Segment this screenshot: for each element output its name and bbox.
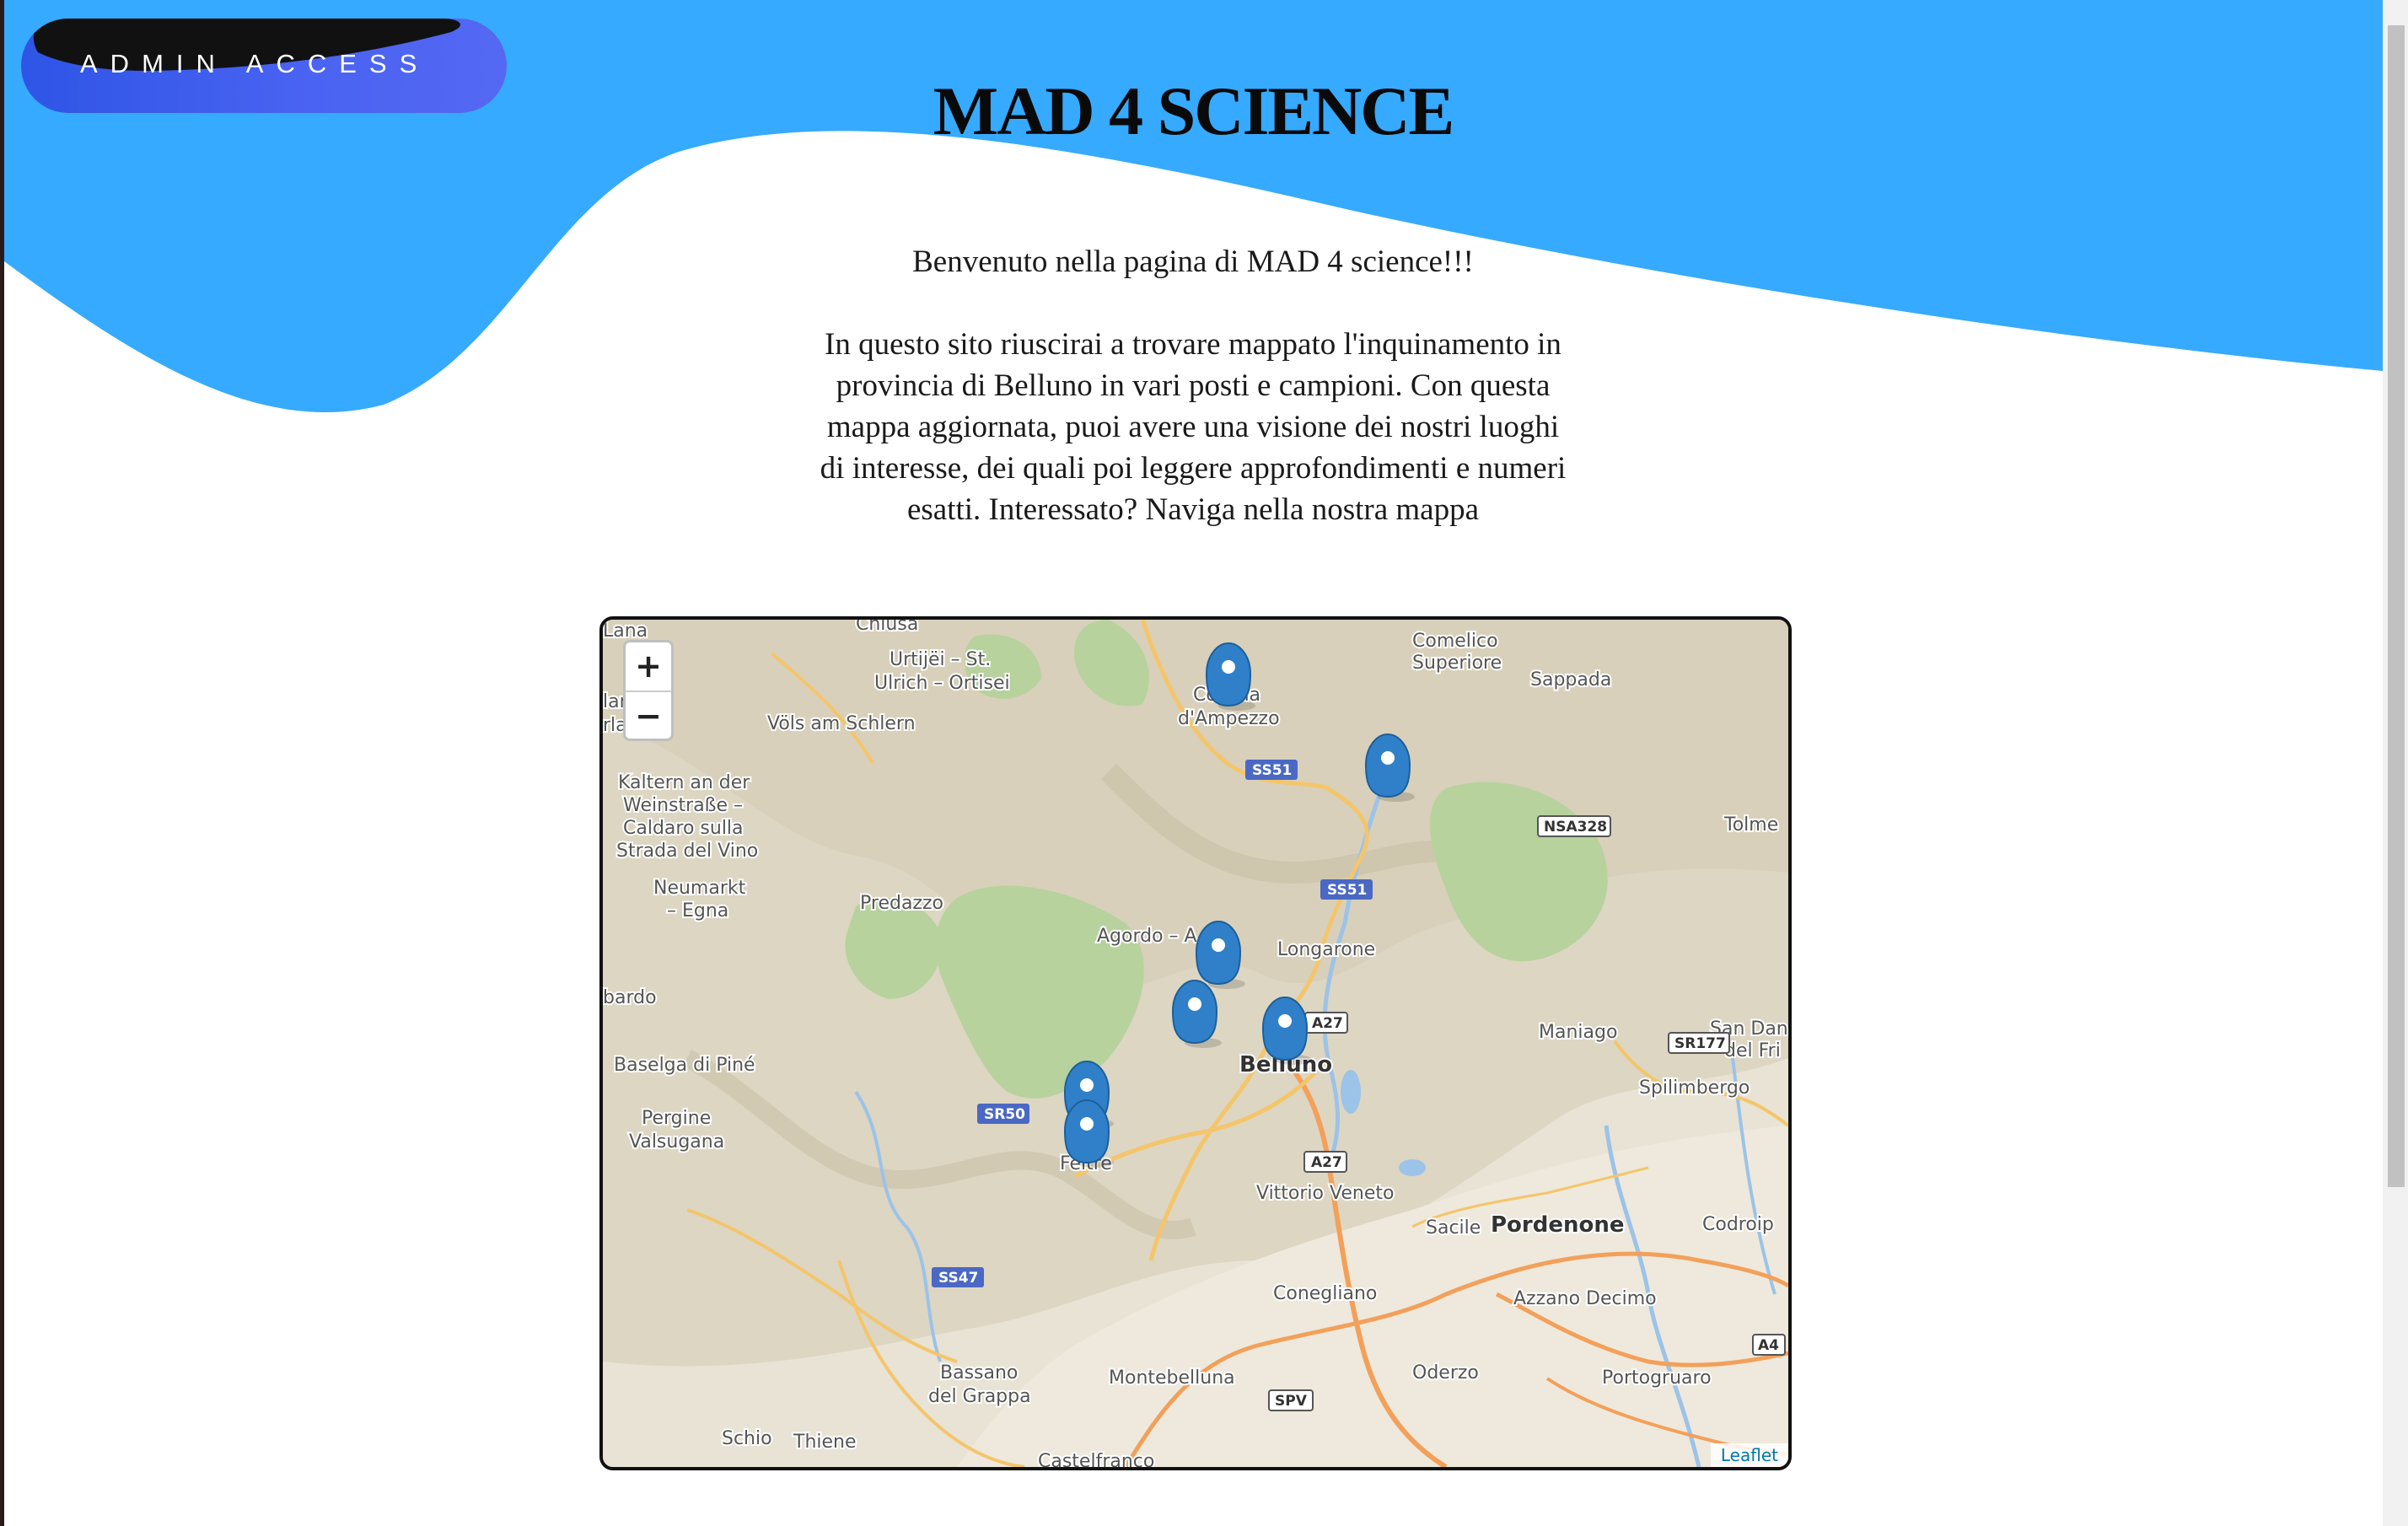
map-label: Spilimbergo	[1639, 1077, 1750, 1099]
map-label: Longarone	[1277, 939, 1375, 960]
map-label: Neumarkt	[653, 878, 746, 899]
map-label: del Grappa	[928, 1386, 1031, 1407]
intro-line: provincia di Belluno in vari posti e cam…	[836, 368, 1551, 403]
map-label: Predazzo	[860, 893, 943, 914]
map-label: Chiusa	[856, 620, 918, 635]
map-label: Tolme	[1723, 814, 1778, 836]
map-label: Oderzo	[1412, 1362, 1479, 1384]
map-label: Pergine	[642, 1108, 711, 1129]
map-label: Thiene	[793, 1432, 857, 1453]
map-label: del Fri	[1724, 1040, 1781, 1061]
map-label: – Egna	[667, 900, 728, 922]
leaflet-attribution-link[interactable]: Leaflet	[1710, 1443, 1788, 1467]
map-label: Pordenone	[1491, 1212, 1625, 1238]
road-shield: SPV	[1275, 1393, 1308, 1410]
intro-line: di interesse, dei quali poi leggere appr…	[820, 451, 1567, 486]
intro-paragraph: In questo sito riuscirai a trovare mappa…	[763, 324, 1623, 530]
zoom-out-button[interactable]: −	[626, 692, 671, 740]
map-label: Sacile	[1426, 1217, 1481, 1239]
road-shield: SR50	[984, 1106, 1025, 1123]
map-label: Agordo – A	[1097, 926, 1197, 947]
map-label: Vittorio Veneto	[1256, 1183, 1394, 1204]
road-shield: SS51	[1252, 762, 1292, 779]
map-label: d'Ampezzo	[1178, 708, 1280, 729]
intro-line: esatti. Interessato? Naviga nella nostra…	[906, 492, 1480, 527]
page-title: MAD 4 SCIENCE	[933, 73, 1454, 149]
map-label: Strada del Vino	[616, 841, 758, 862]
map-label: Conegliano	[1273, 1283, 1377, 1304]
road-shield: NSA328	[1544, 819, 1607, 836]
map-label: Superiore	[1412, 653, 1502, 674]
map-label: Castelfranco	[1038, 1451, 1154, 1467]
map-label: Montebelluna	[1109, 1367, 1235, 1389]
welcome-text: Benvenuto nella pagina di MAD 4 science!…	[912, 244, 1474, 279]
map-label: Codroip	[1702, 1214, 1774, 1235]
map-label: Bassano	[940, 1362, 1018, 1384]
map-label: Kaltern an der	[618, 772, 750, 793]
map-tiles[interactable]: Chiusa Urtijëi – St. Ulrich – Ortisei Vö…	[603, 620, 1788, 1467]
road-shield: SR177	[1674, 1035, 1726, 1052]
page-scrollbar-thumb[interactable]	[2388, 25, 2405, 1187]
map-label: Lana	[603, 621, 648, 642]
map-label: Schio	[722, 1428, 772, 1449]
map-label: Baselga di Piné	[614, 1055, 755, 1076]
map-label: Urtijëi – St.	[890, 649, 991, 670]
map-label: Völs am Schlern	[767, 713, 916, 734]
map-label: Sappada	[1530, 669, 1611, 690]
pollution-map[interactable]: Chiusa Urtijëi – St. Ulrich – Ortisei Vö…	[599, 616, 1792, 1470]
map-label: Maniago	[1539, 1022, 1617, 1043]
map-label: Valsugana	[629, 1131, 724, 1153]
intro-line: mappa aggiornata, puoi avere una visione…	[826, 410, 1560, 444]
map-label: Comelico	[1412, 631, 1498, 652]
road-shield: A27	[1311, 1154, 1342, 1171]
map-label: Azzano Decimo	[1513, 1288, 1657, 1309]
map-label: Ulrich – Ortisei	[874, 673, 1010, 694]
map-label: Caldaro sulla	[623, 818, 744, 839]
zoom-control: + −	[623, 640, 674, 741]
map-label: Weinstraße –	[623, 795, 743, 816]
road-shield: A4	[1758, 1337, 1779, 1354]
map-label: bardo	[603, 987, 657, 1008]
zoom-in-button[interactable]: +	[626, 642, 671, 692]
road-shield: SS51	[1327, 882, 1367, 899]
road-shield: A27	[1312, 1015, 1343, 1032]
intro-line: In questo sito riuscirai a trovare mappa…	[825, 327, 1561, 362]
map-label: Portogruaro	[1602, 1367, 1712, 1389]
road-shield: SS47	[938, 1270, 978, 1287]
